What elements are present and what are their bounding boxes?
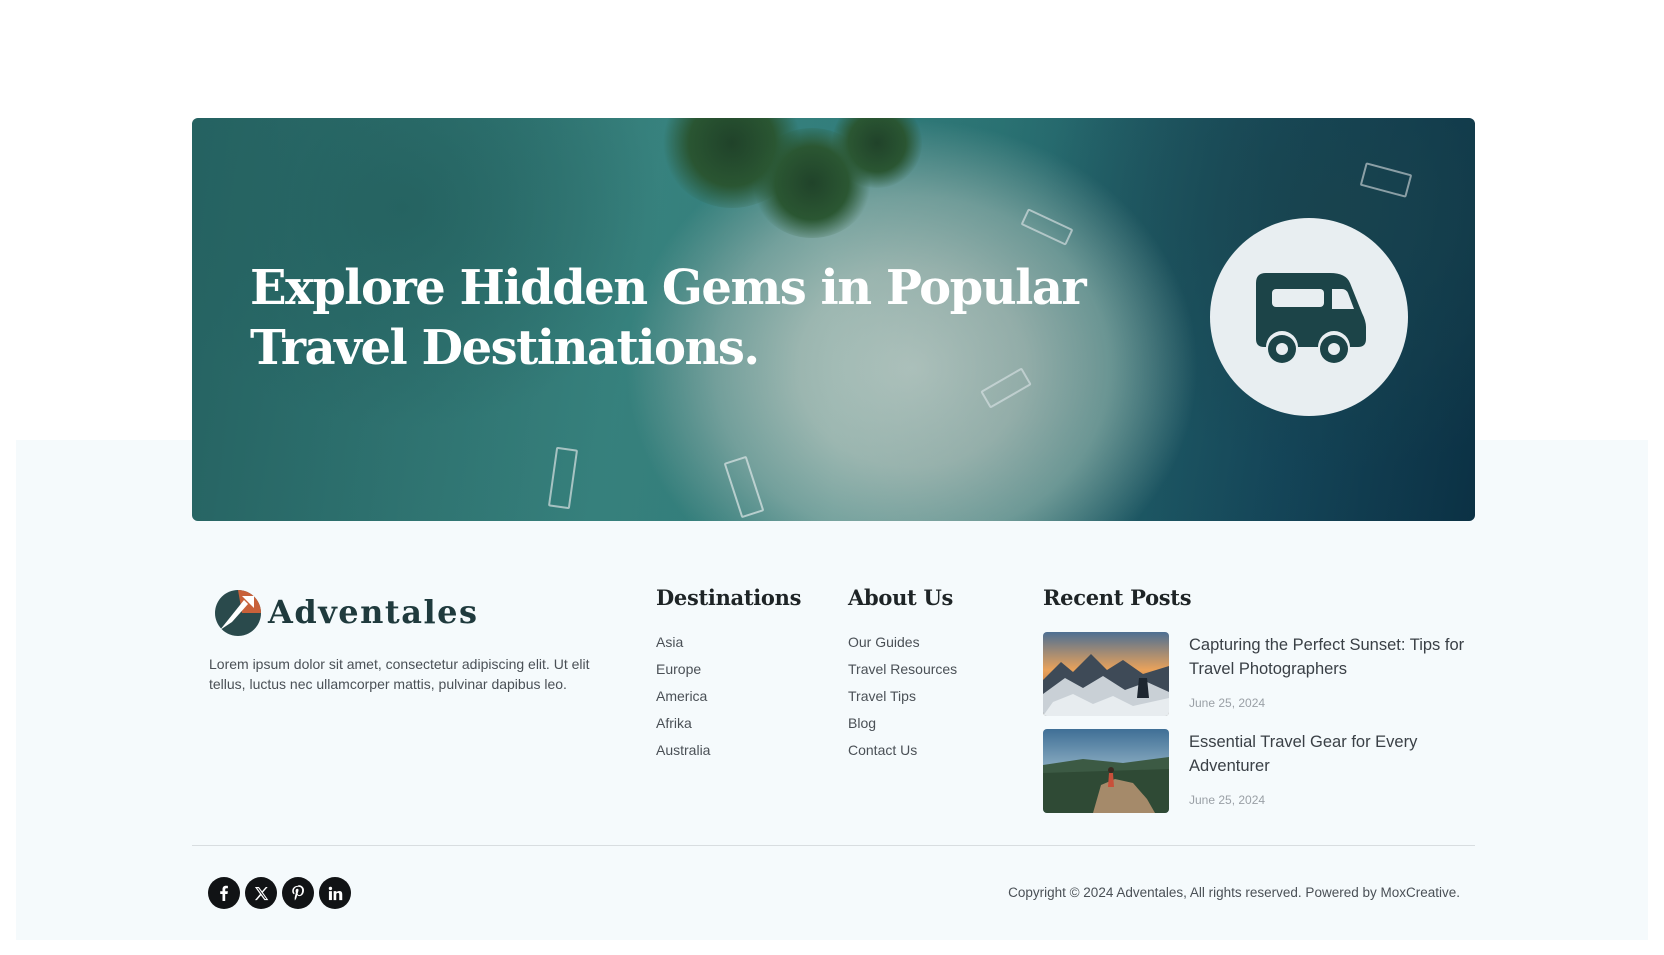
logo-icon: [215, 590, 261, 636]
about-us-list: Our Guides Travel Resources Travel Tips …: [848, 633, 957, 768]
destination-link-afrika[interactable]: Afrika: [656, 714, 710, 741]
sunset-mountain-image: [1043, 632, 1169, 716]
linkedin-icon[interactable]: [319, 877, 351, 909]
hero-icon-circle: [1210, 218, 1408, 416]
pinterest-icon[interactable]: [282, 877, 314, 909]
hero-banner: Explore Hidden Gems in Popular Travel De…: [192, 118, 1475, 521]
brand-description: Lorem ipsum dolor sit amet, consectetur …: [209, 656, 590, 692]
destination-link-asia[interactable]: Asia: [656, 633, 710, 660]
destinations-heading: Destinations: [656, 585, 802, 610]
footer-divider: [192, 845, 1475, 846]
social-links: [208, 877, 351, 909]
copyright-text: Copyright © 2024 Adventales, All rights …: [1008, 885, 1460, 900]
destination-link-america[interactable]: America: [656, 687, 710, 714]
destinations-list: Asia Europe America Afrika Australia: [656, 633, 710, 768]
about-link-our-guides[interactable]: Our Guides: [848, 633, 957, 660]
about-link-travel-tips[interactable]: Travel Tips: [848, 687, 957, 714]
post-date: June 25, 2024: [1189, 696, 1266, 710]
about-link-travel-resources[interactable]: Travel Resources: [848, 660, 957, 687]
post-thumbnail[interactable]: [1043, 729, 1169, 813]
destination-link-australia[interactable]: Australia: [656, 741, 710, 768]
hero-title: Explore Hidden Gems in Popular Travel De…: [250, 260, 1087, 376]
about-us-heading: About Us: [848, 585, 953, 610]
post-thumbnail[interactable]: [1043, 632, 1169, 716]
recent-posts-heading: Recent Posts: [1043, 585, 1192, 610]
post-title[interactable]: Capturing the Perfect Sunset: Tips for T…: [1189, 634, 1479, 681]
camper-van-icon: [1256, 273, 1366, 363]
about-link-blog[interactable]: Blog: [848, 714, 957, 741]
facebook-icon[interactable]: [208, 877, 240, 909]
about-link-contact-us[interactable]: Contact Us: [848, 741, 957, 768]
recent-post-item[interactable]: Essential Travel Gear for Every Adventur…: [1043, 729, 1473, 813]
destination-link-europe[interactable]: Europe: [656, 660, 710, 687]
x-icon[interactable]: [245, 877, 277, 909]
adventurer-cliff-image: [1043, 729, 1169, 813]
site-logo[interactable]: Adventales: [212, 586, 478, 638]
page: Explore Hidden Gems in Popular Travel De…: [0, 0, 1664, 955]
recent-post-item[interactable]: Capturing the Perfect Sunset: Tips for T…: [1043, 632, 1473, 716]
post-title[interactable]: Essential Travel Gear for Every Adventur…: [1189, 731, 1479, 778]
post-date: June 25, 2024: [1189, 793, 1266, 807]
logo-text: Adventales: [268, 593, 479, 631]
